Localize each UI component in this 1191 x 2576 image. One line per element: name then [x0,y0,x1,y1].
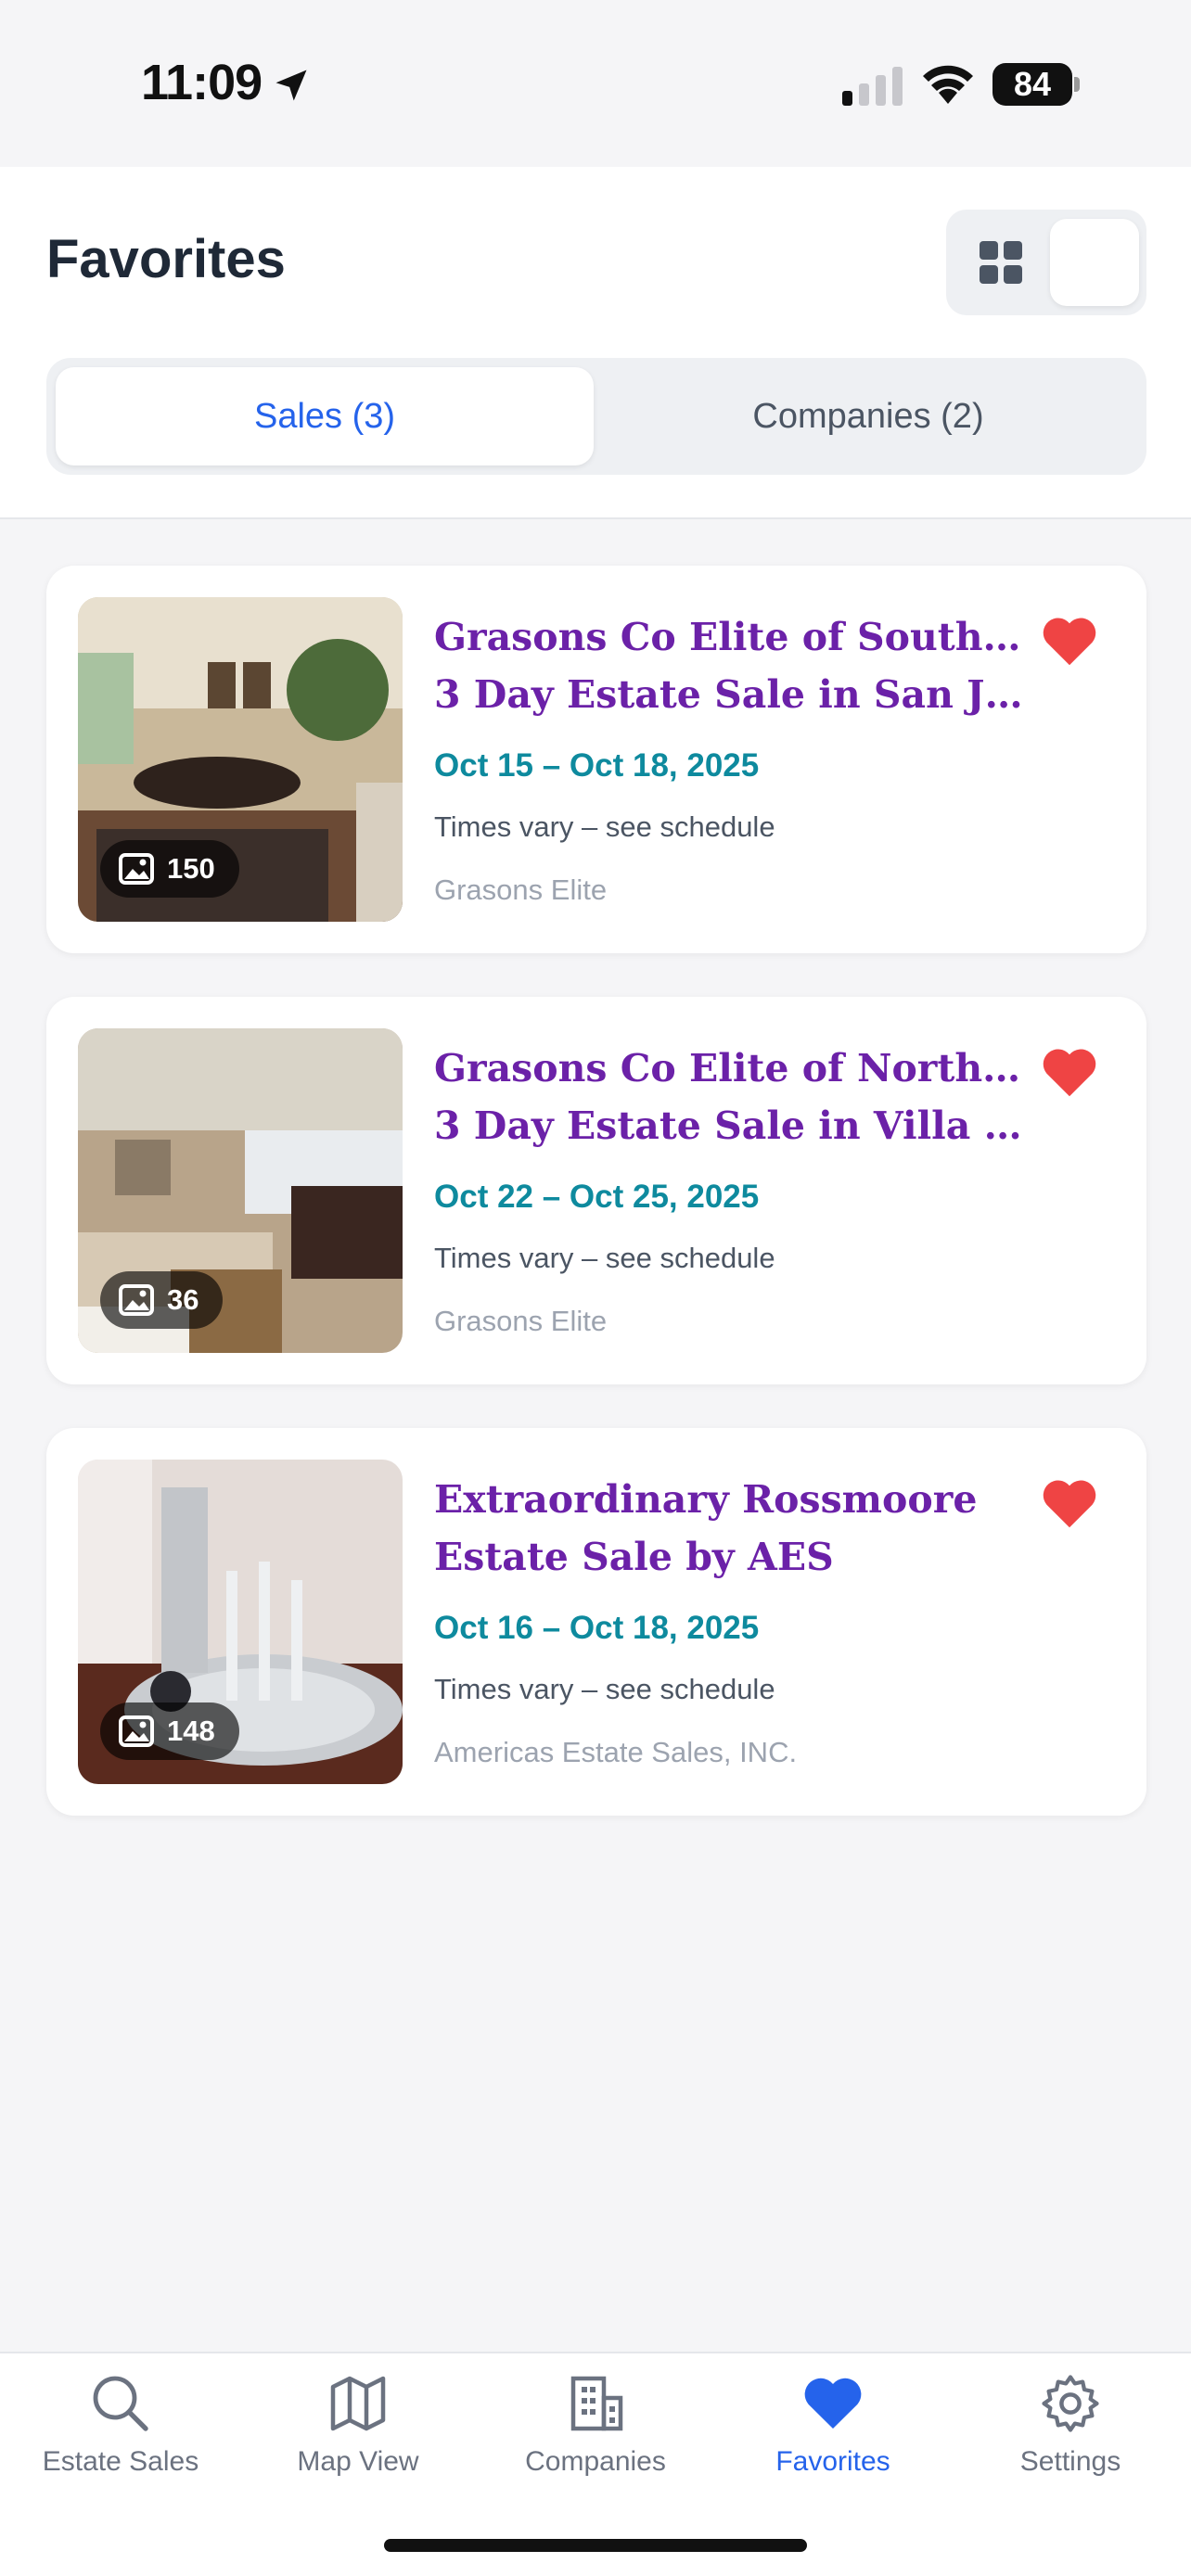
sale-title-line2: Estate Sale by AES [434,1535,834,1579]
view-mode-toggle [946,210,1146,315]
sale-thumbnail[interactable]: 36 [78,1028,403,1353]
sale-company: Americas Estate Sales, INC. [434,1736,798,1768]
location-arrow-icon [275,70,307,101]
grid-icon [980,241,1022,284]
sale-title-line1: Extraordinary Rossmoore [434,1477,978,1522]
tab-favorites[interactable]: Favorites [722,2370,944,2509]
battery-level: 84 [992,63,1072,106]
sale-dates: Oct 15 – Oct 18, 2025 [434,747,760,784]
tab-label: Estate Sales [42,2446,199,2477]
sale-dates: Oct 16 – Oct 18, 2025 [434,1610,760,1646]
favorite-heart-icon[interactable] [1039,1043,1100,1099]
tab-companies[interactable]: Companies (2) [599,367,1137,465]
list-view-button[interactable] [1050,219,1139,306]
sale-dates: Oct 22 – Oct 25, 2025 [434,1179,760,1215]
status-time: 11:09 [141,55,263,110]
sale-times: Times vary – see schedule [434,810,775,843]
tab-map-view[interactable]: Map View [247,2370,469,2509]
tab-label: Favorites [775,2446,890,2477]
photo-count: 150 [167,852,215,885]
sale-title-line2: 3 Day Estate Sale in Villa Park [434,1103,1028,1148]
favorites-header: Favorites Sales (3) Companies (2) [0,167,1191,519]
tab-label: Map View [297,2446,419,2477]
image-icon [119,1715,154,1747]
sale-thumbnail[interactable]: 148 [78,1460,403,1784]
sale-title[interactable]: Grasons Co Elite of North OC 3 Day Estat… [434,1039,1028,1154]
tab-estate-sales[interactable]: Estate Sales [9,2370,232,2509]
sale-thumbnail[interactable]: 150 [78,597,403,922]
sale-times: Times vary – see schedule [434,1673,775,1705]
tab-companies-nav[interactable]: Companies [484,2370,707,2509]
sale-title-line1: Grasons Co Elite of South OC [434,615,1028,659]
image-icon [119,853,154,885]
tab-label: Settings [1019,2446,1121,2477]
photo-count-badge: 36 [100,1271,224,1329]
image-icon [119,1284,154,1316]
battery-indicator: 84 [992,63,1080,106]
photo-count: 36 [167,1283,199,1316]
photo-count: 148 [167,1715,215,1747]
gear-icon [1042,2375,1099,2432]
photo-count-badge: 150 [100,840,239,898]
sale-title-line2: 3 Day Estate Sale in San Jua... [434,672,1028,717]
sale-card[interactable]: 150 Grasons Co Elite of South OC 3 Day E… [46,566,1146,953]
page-title: Favorites [46,229,286,289]
tab-label: Companies [525,2446,666,2477]
sale-card[interactable]: 148 Extraordinary Rossmoore Estate Sale … [46,1428,1146,1816]
building-icon [570,2376,623,2431]
favorite-heart-icon[interactable] [1039,1474,1100,1530]
home-indicator [384,2539,807,2552]
sale-company: Grasons Elite [434,874,608,906]
grid-view-button[interactable] [957,219,1044,306]
status-bar: 11:09 84 [0,0,1191,167]
wifi-icon [923,65,973,104]
sale-company: Grasons Elite [434,1305,608,1337]
sale-title[interactable]: Grasons Co Elite of South OC 3 Day Estat… [434,608,1028,723]
favorites-segmented-control: Sales (3) Companies (2) [46,358,1146,475]
tab-sales[interactable]: Sales (3) [56,367,594,465]
tab-settings[interactable]: Settings [959,2370,1182,2509]
photo-count-badge: 148 [100,1702,239,1760]
map-icon [330,2376,386,2431]
search-icon [93,2376,148,2431]
sale-title-line1: Grasons Co Elite of North OC [434,1046,1028,1090]
favorite-heart-icon[interactable] [1039,612,1100,668]
heart-icon [804,2378,862,2429]
sale-card[interactable]: 36 Grasons Co Elite of North OC 3 Day Es… [46,997,1146,1384]
sale-times: Times vary – see schedule [434,1242,775,1274]
battery-tip [1074,77,1080,92]
sale-title[interactable]: Extraordinary Rossmoore Estate Sale by A… [434,1471,1028,1586]
cellular-signal-icon [842,67,903,106]
